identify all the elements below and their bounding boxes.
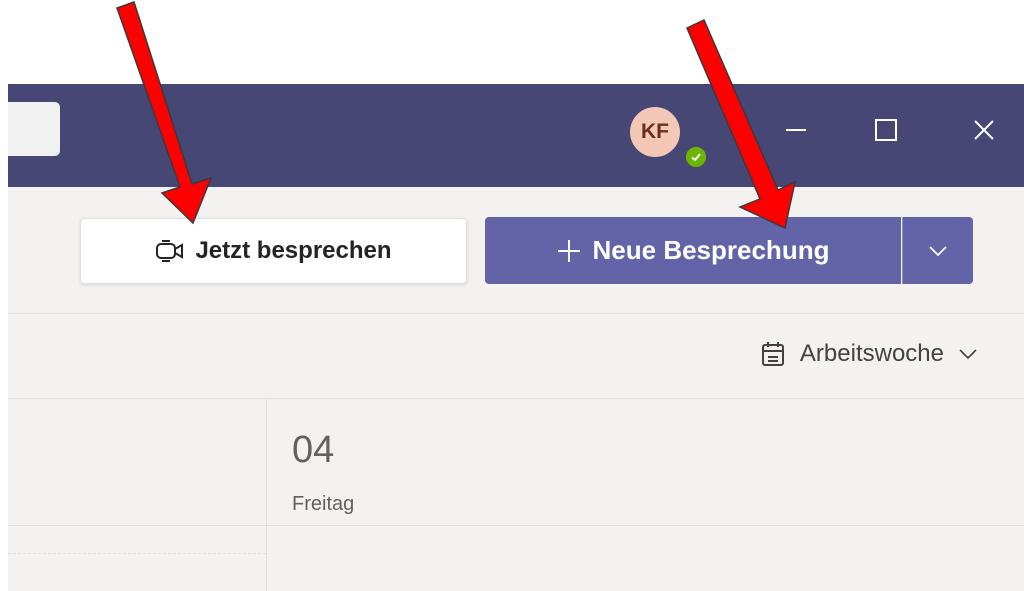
close-button[interactable] bbox=[964, 110, 1004, 150]
status-badge bbox=[684, 145, 708, 169]
plus-icon bbox=[557, 239, 580, 262]
title-bar: KF bbox=[8, 84, 1024, 187]
chevron-down-icon bbox=[929, 245, 947, 256]
meetings-toolbar: Jetzt besprechen Neue Besprechung bbox=[8, 187, 1024, 314]
chevron-down-icon bbox=[959, 349, 977, 360]
maximize-button[interactable] bbox=[866, 110, 906, 150]
new-meeting-button[interactable]: Neue Besprechung bbox=[485, 217, 901, 284]
day-number: 04 bbox=[292, 429, 335, 471]
view-label: Arbeitswoche bbox=[799, 340, 944, 367]
video-camera-icon bbox=[156, 240, 184, 262]
search-input[interactable] bbox=[8, 102, 60, 156]
view-bar: Arbeitswoche bbox=[8, 314, 1024, 399]
meet-now-button[interactable]: Jetzt besprechen bbox=[80, 218, 467, 284]
column-divider bbox=[266, 399, 267, 591]
header-divider bbox=[8, 525, 1024, 526]
check-icon bbox=[691, 153, 701, 162]
meet-now-label: Jetzt besprechen bbox=[195, 237, 392, 264]
time-slot-divider bbox=[8, 553, 266, 554]
new-meeting-label: Neue Besprechung bbox=[592, 235, 830, 265]
minimize-button[interactable] bbox=[776, 110, 816, 150]
day-name: Freitag bbox=[292, 493, 355, 515]
maximize-icon bbox=[875, 119, 897, 141]
page-top-area bbox=[0, 0, 1024, 84]
avatar[interactable]: KF bbox=[630, 107, 680, 157]
minimize-icon bbox=[786, 129, 806, 131]
calendar-grid: 04 Freitag bbox=[8, 399, 1024, 591]
close-icon bbox=[974, 120, 994, 140]
avatar-initials: KF bbox=[641, 120, 669, 143]
view-switcher[interactable]: Arbeitswoche bbox=[760, 340, 978, 368]
calendar-icon bbox=[761, 342, 784, 366]
new-meeting-options-button[interactable] bbox=[902, 217, 973, 284]
